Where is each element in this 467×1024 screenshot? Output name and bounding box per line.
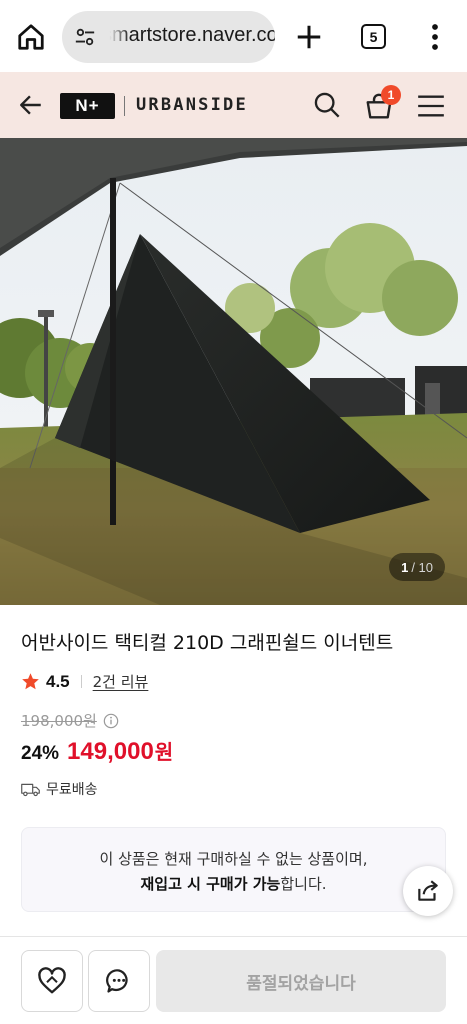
discount-rate: 24% <box>21 743 60 764</box>
shipping-row: 무료배송 <box>21 779 98 799</box>
notice-line-1: 이 상품은 현재 구매하실 수 없는 상품이며, <box>99 850 368 868</box>
chat-icon <box>106 969 128 993</box>
image-page-indicator: 1/ 10 <box>389 553 445 581</box>
rating-row: 4.5 2건 리뷰 <box>21 671 148 692</box>
brand-logo[interactable]: URBANSIDE <box>136 95 248 115</box>
browser-toolbar: smartstore.naver.com 5 <box>0 0 467 72</box>
info-icon[interactable] <box>103 713 119 729</box>
bottom-action-bar: 품절되었습니다 <box>0 936 467 1024</box>
currency-unit: 원 <box>154 740 174 764</box>
address-bar[interactable]: smartstore.naver.com <box>62 11 275 63</box>
product-image-carousel[interactable]: 1/ 10 <box>0 138 467 605</box>
heart-icon <box>38 967 66 994</box>
sold-out-button[interactable]: 품절되었습니다 <box>156 950 446 1012</box>
share-button[interactable] <box>403 866 453 916</box>
hamburger-menu-icon[interactable] <box>417 94 445 118</box>
kebab-menu-icon[interactable] <box>424 22 446 52</box>
site-settings-icon[interactable] <box>74 26 96 48</box>
chat-button[interactable] <box>88 950 150 1012</box>
cart-count-badge: 1 <box>381 85 401 105</box>
notice-line-2: 재입고 시 구매가 가능합니다. <box>140 875 327 893</box>
price-row: 24% 149,000 원 <box>21 736 173 766</box>
rating-value: 4.5 <box>46 671 70 691</box>
share-icon <box>418 880 438 901</box>
store-header: N+ URBANSIDE <box>0 72 467 138</box>
tabs-icon[interactable]: 5 <box>361 24 386 49</box>
product-title: 어반사이드 택티컬 210D 그래핀쉴드 이너텐트 <box>21 632 394 654</box>
product-image <box>0 138 467 605</box>
review-count-link[interactable]: 2건 리뷰 <box>93 671 149 692</box>
original-price: 198,000원 <box>21 712 97 730</box>
naver-plus-logo[interactable]: N+ <box>60 93 115 119</box>
unavailable-notice: 이 상품은 현재 구매하실 수 없는 상품이며, 재입고 시 구매가 가능합니다… <box>21 827 446 912</box>
home-icon[interactable] <box>16 22 46 52</box>
search-icon[interactable] <box>313 91 341 119</box>
shipping-label: 무료배송 <box>46 782 98 798</box>
star-icon <box>22 673 39 690</box>
original-price-row: 198,000원 <box>21 710 119 731</box>
wishlist-button[interactable] <box>21 950 83 1012</box>
back-arrow-icon[interactable] <box>18 92 44 118</box>
plus-icon[interactable] <box>294 22 324 52</box>
sale-price: 149,000 <box>67 738 154 765</box>
truck-icon <box>21 783 40 796</box>
